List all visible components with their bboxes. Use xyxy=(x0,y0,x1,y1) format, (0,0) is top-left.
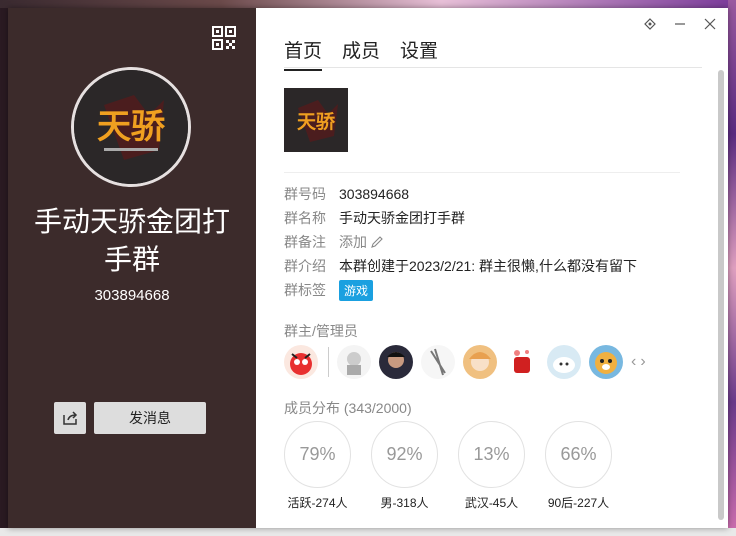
admin-avatar[interactable] xyxy=(463,345,497,379)
window-controls xyxy=(640,14,720,34)
remark-label: 群备注 xyxy=(284,234,326,250)
tag-game[interactable]: 游戏 xyxy=(339,279,374,301)
minimize-icon[interactable] xyxy=(670,14,690,34)
stat-label: 男-318人 xyxy=(380,496,429,510)
group-profile-window: 天骄 手动天骄金团打手群 303894668 发消息 首页 成员 设置 天骄 群… xyxy=(8,8,728,528)
background-app-strip-top xyxy=(0,0,736,8)
tab-settings[interactable]: 设置 xyxy=(400,36,438,71)
admin-avatar[interactable] xyxy=(421,345,455,379)
thumb-logo-text: 天骄 xyxy=(297,111,336,133)
group-thumbnail[interactable]: 天骄 xyxy=(284,88,348,152)
chevron-left-icon[interactable]: ‹ xyxy=(631,353,636,371)
stat-location[interactable]: 13% 武汉-45人 xyxy=(458,421,525,511)
member-distribution-title: 成员分布 (343/2000) xyxy=(284,400,412,416)
background-app-strip-right xyxy=(728,0,736,536)
right-panel: 首页 成员 设置 天骄 群号码 303894668 群名称 手动天骄金团打手群 … xyxy=(256,8,728,528)
name-label: 群名称 xyxy=(284,210,326,226)
group-avatar[interactable]: 天骄 xyxy=(71,67,191,187)
name-value: 手动天骄金团打手群 xyxy=(339,210,465,226)
tab-bar: 首页 成员 设置 xyxy=(284,36,438,71)
admins-list: ‹ › xyxy=(284,345,646,379)
stat-male[interactable]: 92% 男-318人 xyxy=(371,421,438,511)
stat-circle: 92% xyxy=(371,421,438,488)
stat-circle: 13% xyxy=(458,421,525,488)
admin-avatar[interactable] xyxy=(379,345,413,379)
info-row-name: 群名称 手动天骄金团打手群 xyxy=(284,206,704,230)
close-icon[interactable] xyxy=(700,14,720,34)
logo-text: 天骄 xyxy=(97,107,166,147)
remark-add-link[interactable]: 添加 xyxy=(339,232,367,252)
send-message-button[interactable]: 发消息 xyxy=(94,402,206,434)
member-distribution: 79% 活跃-274人 92% 男-318人 13% 武汉-45人 66% 90… xyxy=(284,421,612,511)
background-app-strip-bottom xyxy=(0,528,736,536)
scrollbar[interactable] xyxy=(718,70,724,520)
id-value: 303894668 xyxy=(339,186,410,202)
left-panel: 天骄 手动天骄金团打手群 303894668 发消息 xyxy=(8,8,256,528)
intro-label: 群介绍 xyxy=(284,258,326,274)
share-icon xyxy=(63,411,78,425)
group-info: 群号码 303894668 群名称 手动天骄金团打手群 群备注 添加 群介绍 本… xyxy=(284,182,704,302)
info-row-remark: 群备注 添加 xyxy=(284,230,704,254)
admins-title: 群主/管理员 xyxy=(284,323,358,339)
admin-avatar[interactable] xyxy=(589,345,623,379)
pin-icon[interactable] xyxy=(640,14,660,34)
admin-avatar[interactable] xyxy=(547,345,581,379)
stat-age[interactable]: 66% 90后-227人 xyxy=(545,421,612,511)
admin-pager: ‹ › xyxy=(631,353,646,371)
info-row-id: 群号码 303894668 xyxy=(284,182,704,206)
tab-members[interactable]: 成员 xyxy=(342,36,380,71)
stat-circle: 66% xyxy=(545,421,612,488)
qr-code-icon[interactable] xyxy=(212,26,236,50)
stat-label: 武汉-45人 xyxy=(464,496,519,510)
admin-avatar[interactable] xyxy=(284,345,318,379)
owner-separator xyxy=(328,347,329,377)
info-row-tags: 群标签 游戏 xyxy=(284,278,704,302)
tabs-divider xyxy=(284,67,702,68)
intro-value: 本群创建于2023/2/21: 群主很懒,什么都没有留下 xyxy=(339,258,637,274)
stat-label: 90后-227人 xyxy=(547,496,610,510)
group-id-text: 303894668 xyxy=(94,287,170,304)
stat-circle: 79% xyxy=(284,421,351,488)
edit-pencil-icon[interactable] xyxy=(370,235,384,249)
admin-avatar[interactable] xyxy=(505,345,539,379)
info-divider xyxy=(284,172,680,173)
chevron-right-icon[interactable]: › xyxy=(640,353,645,371)
tab-home[interactable]: 首页 xyxy=(284,36,323,71)
stat-active[interactable]: 79% 活跃-274人 xyxy=(284,421,351,511)
id-label: 群号码 xyxy=(284,186,326,202)
share-button[interactable] xyxy=(54,402,86,434)
stat-label: 活跃-274人 xyxy=(287,496,348,510)
admin-avatar[interactable] xyxy=(337,345,371,379)
tags-label: 群标签 xyxy=(284,282,326,298)
group-name-title: 手动天骄金团打手群 xyxy=(33,206,230,275)
info-row-intro: 群介绍 本群创建于2023/2/21: 群主很懒,什么都没有留下 xyxy=(284,254,704,278)
